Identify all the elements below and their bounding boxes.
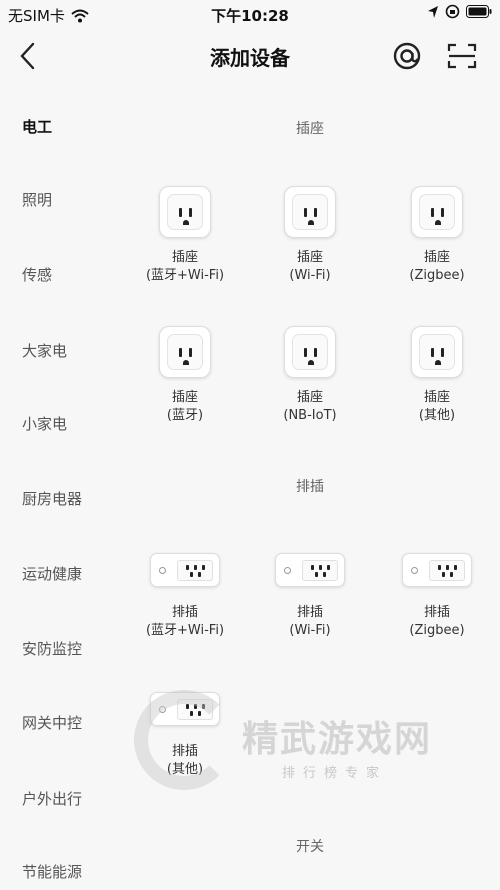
device-protocol: (Wi-Fi) [289,268,331,283]
power-strip-icon [275,553,345,587]
sidebar-item-large-appliance[interactable]: 大家电 [22,340,67,361]
device-name: 插座 [171,390,198,405]
device-strip-zigbee[interactable]: 排插 (Zigbee) [382,539,492,640]
device-socket-zigbee[interactable]: 插座 (Zigbee) [382,184,492,285]
battery-icon [466,5,492,18]
device-strip-other[interactable]: 排插 (其他) [130,678,240,779]
device-name: 排插 [423,605,450,620]
device-name: 插座 [423,390,450,405]
clock: 下午10:28 [211,7,289,25]
device-protocol: (Zigbee) [409,623,465,638]
status-bar: 无SIM卡 下午10:28 [0,0,500,28]
device-protocol: (蓝牙+Wi-Fi) [145,623,225,638]
device-name: 排插 [171,605,198,620]
power-strip-icon [402,553,472,587]
device-protocol: (蓝牙) [166,408,204,423]
socket-icon [284,326,336,378]
power-strip-icon [150,553,220,587]
device-name: 排插 [296,605,323,620]
section-title-strip: 排插 [296,479,324,495]
page-title: 添加设备 [210,46,290,70]
device-strip-wifi[interactable]: 排插 (Wi-Fi) [255,539,365,640]
device-protocol: (Zigbee) [409,268,465,283]
status-right [427,4,492,19]
sidebar-item-small-appliance[interactable]: 小家电 [22,413,67,434]
sidebar-item-outdoor[interactable]: 户外出行 [22,788,82,809]
section-title-socket: 插座 [296,121,324,137]
socket-icon [159,186,211,238]
device-name: 插座 [423,250,450,265]
device-socket-ble[interactable]: 插座 (蓝牙) [130,324,240,425]
socket-icon [411,186,463,238]
sidebar-item-gateway[interactable]: 网关中控 [22,712,82,733]
sidebar-item-security[interactable]: 安防监控 [22,638,82,659]
orientation-lock-icon [445,4,460,19]
at-sign-icon [393,42,421,70]
socket-icon [411,326,463,378]
socket-icon [159,326,211,378]
device-socket-nbiot[interactable]: 插座 (NB-IoT) [255,324,365,425]
device-protocol: (NB-IoT) [283,408,337,423]
scan-icon [447,43,477,69]
sidebar-item-electrician[interactable]: 电工 [22,116,52,137]
device-name: 插座 [296,250,323,265]
device-protocol: (蓝牙+Wi-Fi) [145,268,225,283]
location-icon [428,5,438,18]
nav-bar: 添加设备 [0,28,500,84]
device-protocol: (其他) [166,762,204,777]
sidebar-item-sensor[interactable]: 传感 [22,264,52,285]
device-strip-ble-wifi[interactable]: 排插 (蓝牙+Wi-Fi) [130,539,240,640]
power-strip-icon [150,692,220,726]
at-button[interactable] [392,41,422,71]
sidebar-item-lighting[interactable]: 照明 [22,189,52,210]
device-socket-other[interactable]: 插座 (其他) [382,324,492,425]
category-sidebar: 电工 照明 传感 大家电 小家电 厨房电器 运动健康 安防监控 网关中控 户外出… [0,84,130,890]
device-list: 插座 插座 (蓝牙+Wi-Fi) 插座 (Wi-Fi) 插座 (Zigbee) … [130,84,500,890]
device-name: 排插 [171,744,198,759]
device-socket-wifi[interactable]: 插座 (Wi-Fi) [255,184,365,285]
device-name: 插座 [171,250,198,265]
device-protocol: (Wi-Fi) [289,623,331,638]
socket-icon [284,186,336,238]
section-title-switch: 开关 [296,839,324,855]
device-protocol: (其他) [418,408,456,423]
scan-button[interactable] [446,41,478,71]
sidebar-item-fitness[interactable]: 运动健康 [22,563,82,584]
sidebar-item-energy[interactable]: 节能能源 [22,861,82,882]
sidebar-item-kitchen[interactable]: 厨房电器 [22,488,82,509]
device-socket-ble-wifi[interactable]: 插座 (蓝牙+Wi-Fi) [130,184,240,285]
device-name: 插座 [296,390,323,405]
